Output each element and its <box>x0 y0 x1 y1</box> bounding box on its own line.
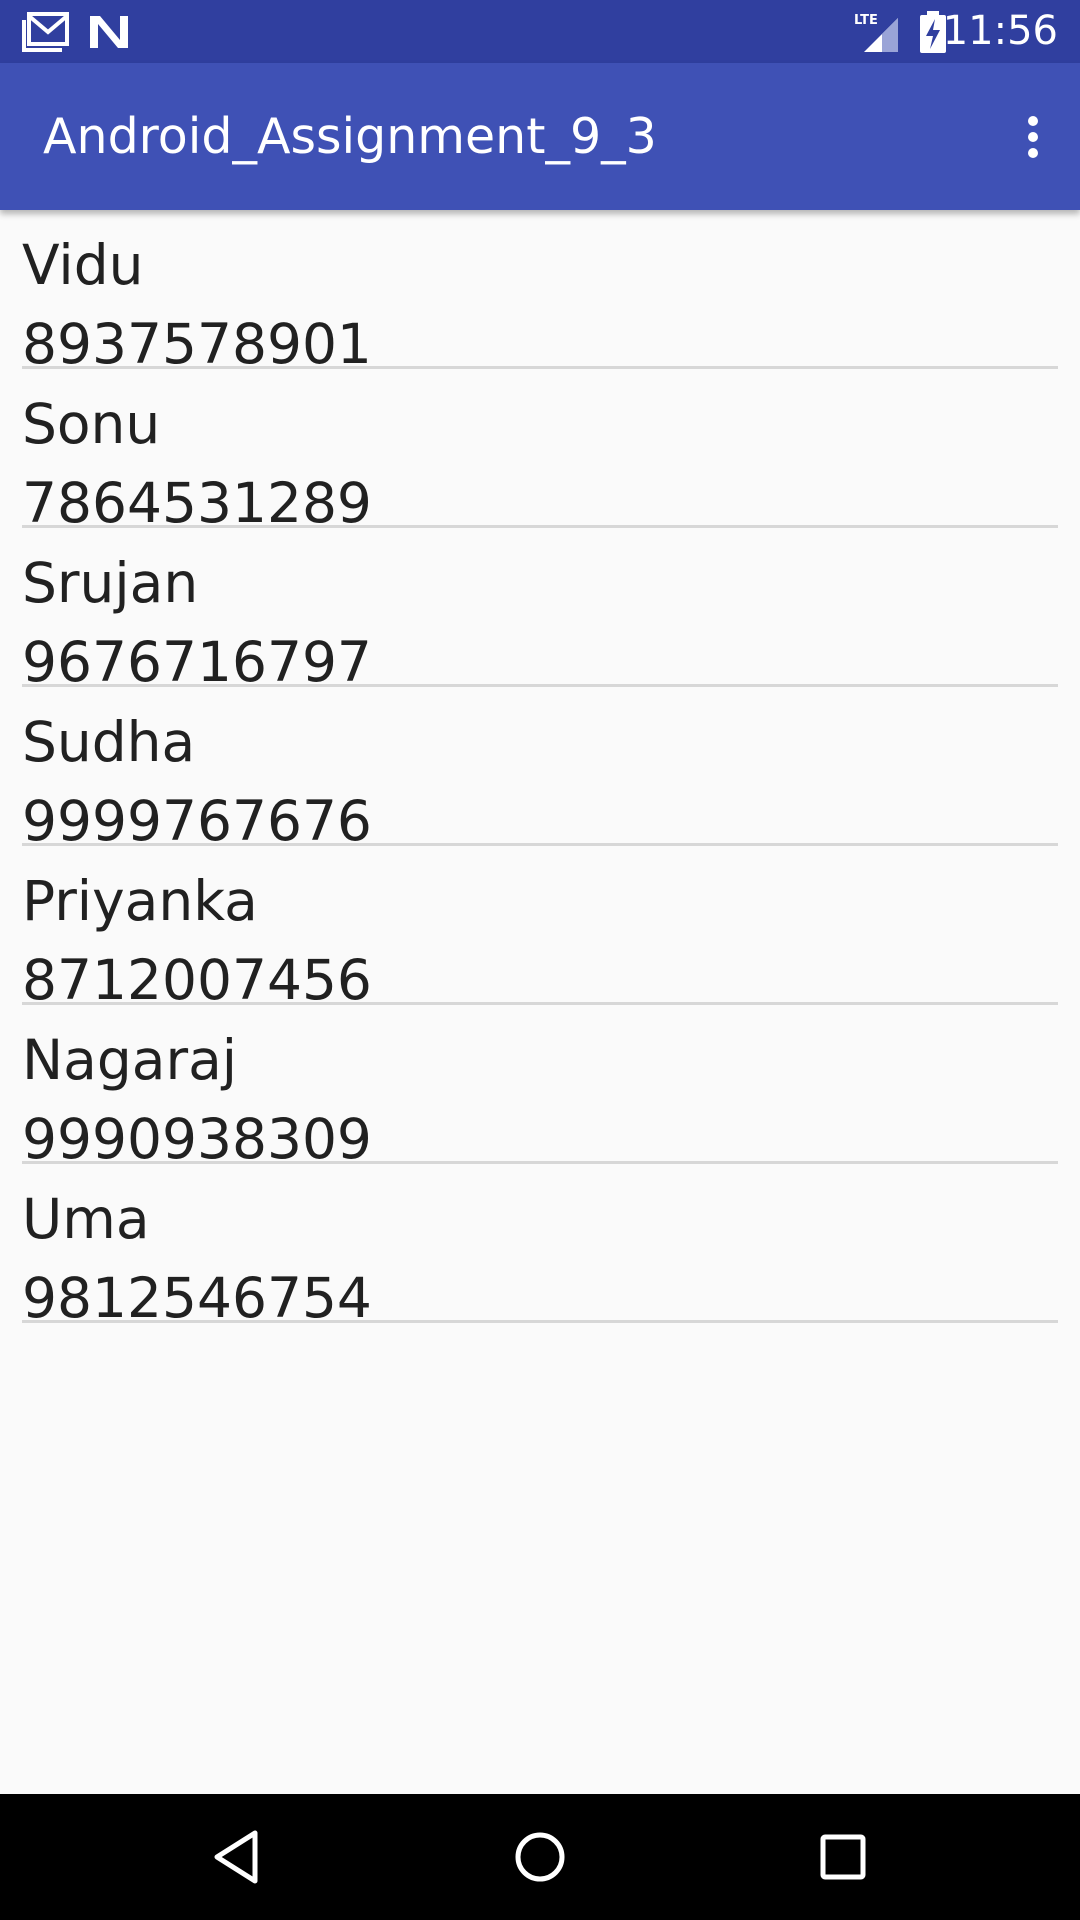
contact-name: Vidu <box>22 233 144 297</box>
lte-signal-icon: LTE <box>852 0 902 63</box>
back-icon[interactable] <box>166 1794 306 1920</box>
contact-phone: 9990938309 <box>22 1107 372 1171</box>
list-item[interactable]: Nagaraj 9990938309 <box>22 1005 1058 1171</box>
n-notification-icon <box>88 0 130 63</box>
home-icon[interactable] <box>470 1794 610 1920</box>
recents-icon[interactable] <box>773 1794 913 1920</box>
navigation-bar <box>0 1794 1080 1920</box>
status-time: 11:56 <box>942 8 1058 54</box>
list-item[interactable]: Sudha 9999767676 <box>22 687 1058 853</box>
contact-name: Nagaraj <box>22 1028 238 1092</box>
list-item[interactable]: Vidu 8937578901 <box>22 210 1058 376</box>
list-item[interactable]: Srujan 9676716797 <box>22 528 1058 694</box>
more-vert-icon[interactable] <box>995 99 1070 174</box>
list-item[interactable]: Priyanka 8712007456 <box>22 846 1058 1012</box>
contact-name: Sonu <box>22 392 161 456</box>
contact-phone: 8712007456 <box>22 948 372 1012</box>
app-bar: Android_Assignment_9_3 <box>0 63 1080 210</box>
contact-name: Priyanka <box>22 869 258 933</box>
gmail-icon <box>22 0 70 63</box>
contact-phone: 8937578901 <box>22 312 372 376</box>
contact-name: Srujan <box>22 551 199 615</box>
contact-phone: 9812546754 <box>22 1266 372 1330</box>
contact-name: Uma <box>22 1187 150 1251</box>
contact-list: Vidu 8937578901 Sonu 7864531289 Srujan 9… <box>0 210 1080 1330</box>
contact-name: Sudha <box>22 710 196 774</box>
page-title: Android_Assignment_9_3 <box>43 108 657 165</box>
list-item[interactable]: Sonu 7864531289 <box>22 369 1058 535</box>
contact-phone: 9676716797 <box>22 630 372 694</box>
svg-text:LTE: LTE <box>854 13 878 28</box>
list-item[interactable]: Uma 9812546754 <box>22 1164 1058 1330</box>
contact-phone: 7864531289 <box>22 471 372 535</box>
contact-phone: 9999767676 <box>22 789 372 853</box>
status-bar: LTE 11:56 <box>0 0 1080 63</box>
